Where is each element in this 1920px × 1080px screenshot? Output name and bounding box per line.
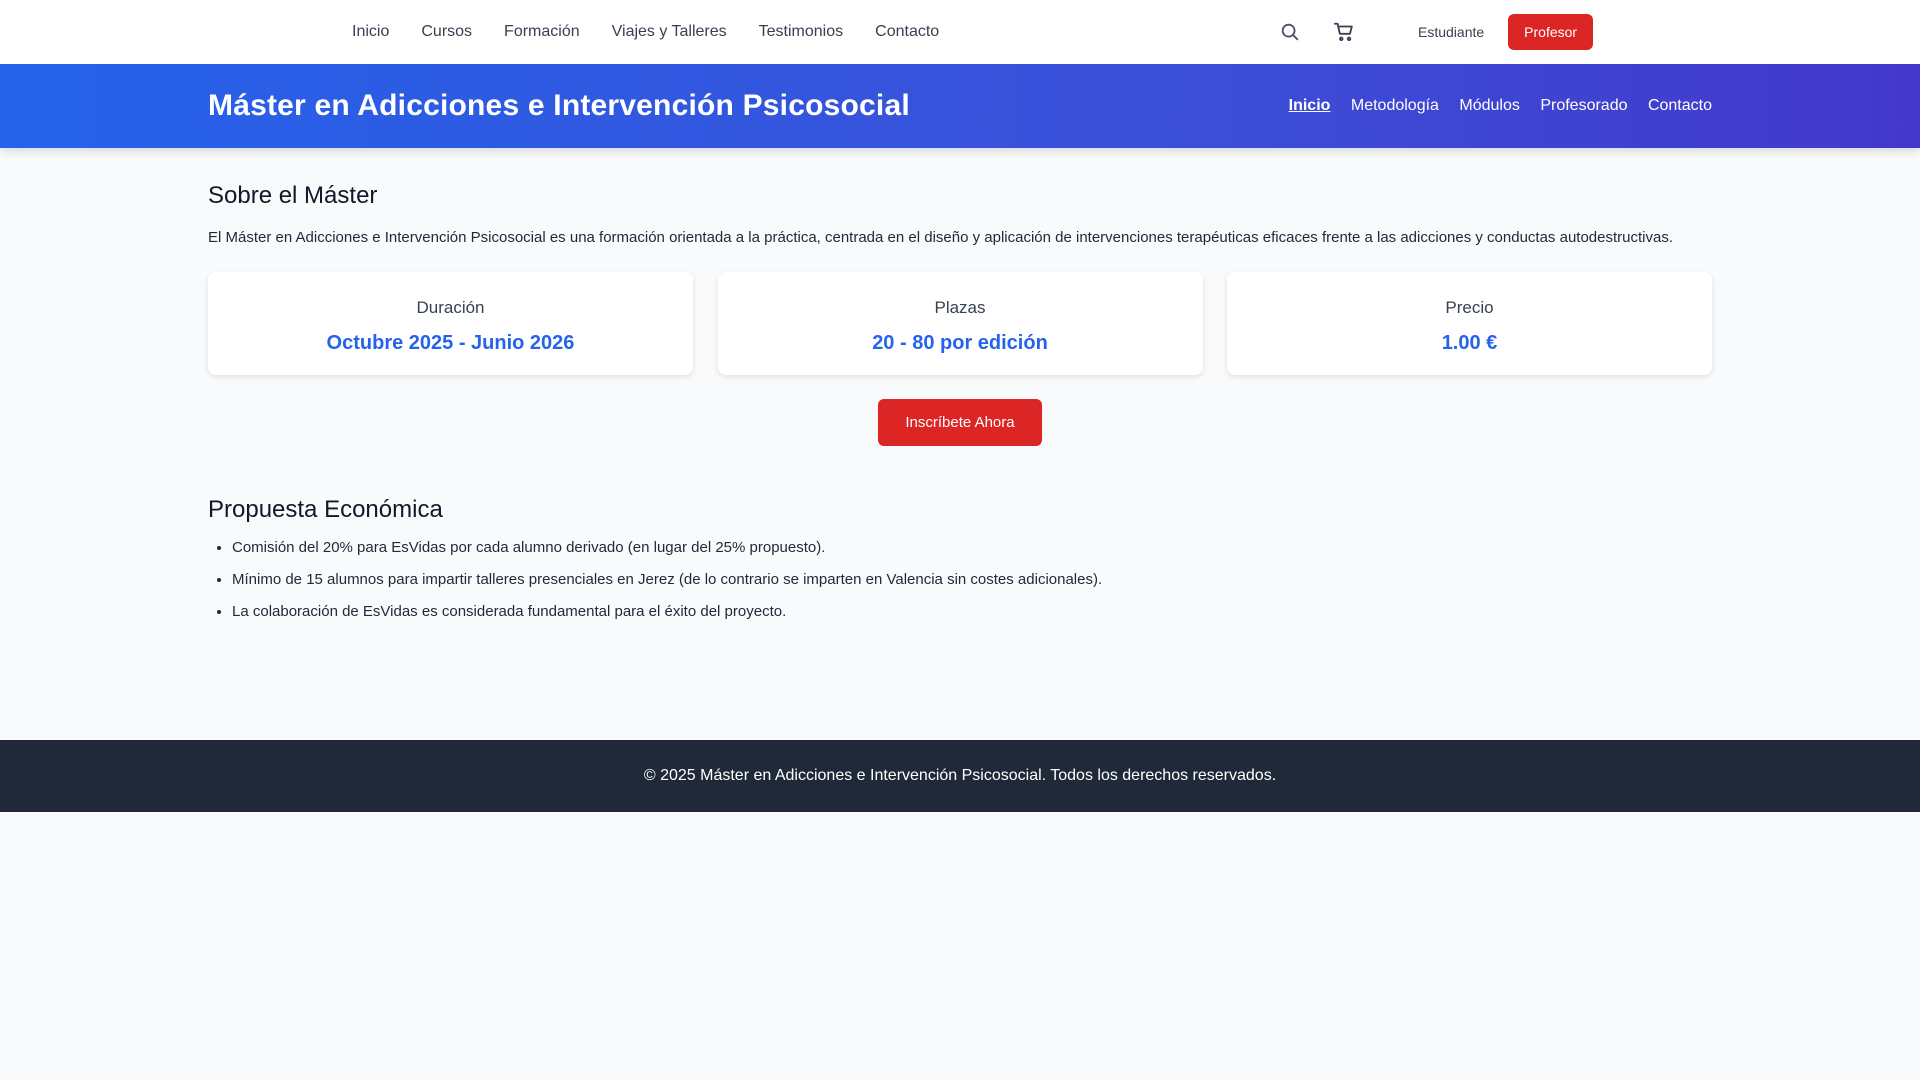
seats-card: Plazas 20 - 80 por edición — [717, 272, 1203, 375]
card-value: Octubre 2025 - Junio 2026 — [326, 332, 575, 354]
nav-link-contacto[interactable]: Contacto — [875, 23, 939, 41]
nav-link-cursos[interactable]: Cursos — [421, 23, 472, 41]
copyright-text: © 2025 Máster en Adicciones e Intervenci… — [643, 767, 1277, 784]
search-icon[interactable] — [1278, 20, 1302, 44]
about-description: El Máster en Adicciones e Intervención P… — [208, 229, 1673, 246]
proposal-heading: Propuesta Económica — [208, 496, 443, 523]
section-nav-modulos[interactable]: Módulos — [1459, 97, 1519, 114]
economic-proposal: Propuesta Económica Comisión del 20% par… — [208, 496, 1712, 622]
list-item: Comisión del 20% para EsVidas por cada a… — [232, 538, 1712, 558]
card-label: Precio — [1445, 298, 1494, 317]
cta-container: Inscríbete Ahora — [208, 399, 1712, 446]
main-content: Sobre el Máster El Máster en Adicciones … — [0, 148, 1920, 622]
teacher-button[interactable]: Profesor — [1508, 14, 1594, 50]
student-button[interactable]: Estudiante — [1404, 16, 1498, 48]
main-nav-links: Inicio Cursos Formación Viajes y Tallere… — [352, 0, 971, 64]
nav-link-inicio[interactable]: Inicio — [352, 23, 389, 41]
card-value: 1.00 € — [1441, 332, 1498, 354]
section-nav: Inicio Metodología Módulos Profesorado C… — [1273, 97, 1712, 115]
list-item: Mínimo de 15 alumnos para impartir talle… — [232, 570, 1712, 590]
section-nav-contacto[interactable]: Contacto — [1648, 97, 1712, 114]
price-card: Precio 1.00 € — [1227, 272, 1712, 375]
card-value: 20 - 80 por edición — [872, 332, 1048, 354]
enroll-button[interactable]: Inscríbete Ahora — [878, 399, 1042, 446]
page-title: Máster en Adicciones e Intervención Psic… — [208, 89, 910, 122]
nav-link-testimonios[interactable]: Testimonios — [759, 23, 843, 41]
nav-link-formacion[interactable]: Formación — [504, 23, 580, 41]
proposal-list: Comisión del 20% para EsVidas por cada a… — [208, 538, 1712, 622]
duration-card: Duración Octubre 2025 - Junio 2026 — [208, 272, 693, 375]
about-heading: Sobre el Máster — [208, 182, 378, 209]
section-nav-metodologia[interactable]: Metodología — [1351, 97, 1439, 114]
section-nav-profesorado[interactable]: Profesorado — [1540, 97, 1627, 114]
footer: © 2025 Máster en Adicciones e Intervenci… — [0, 740, 1920, 812]
info-cards: Duración Octubre 2025 - Junio 2026 Plaza… — [208, 272, 1712, 375]
top-navigation: Inicio Cursos Formación Viajes y Tallere… — [0, 0, 1920, 64]
list-item: La colaboración de EsVidas es considerad… — [232, 602, 1712, 622]
hero-banner: Máster en Adicciones e Intervención Psic… — [0, 64, 1920, 148]
card-label: Plazas — [934, 298, 986, 317]
top-nav-actions: Estudiante Profesor — [1278, 0, 1594, 64]
section-nav-inicio[interactable]: Inicio — [1289, 97, 1331, 114]
card-label: Duración — [416, 298, 485, 317]
cart-icon[interactable] — [1332, 20, 1356, 44]
nav-link-viajes-talleres[interactable]: Viajes y Talleres — [612, 23, 727, 41]
